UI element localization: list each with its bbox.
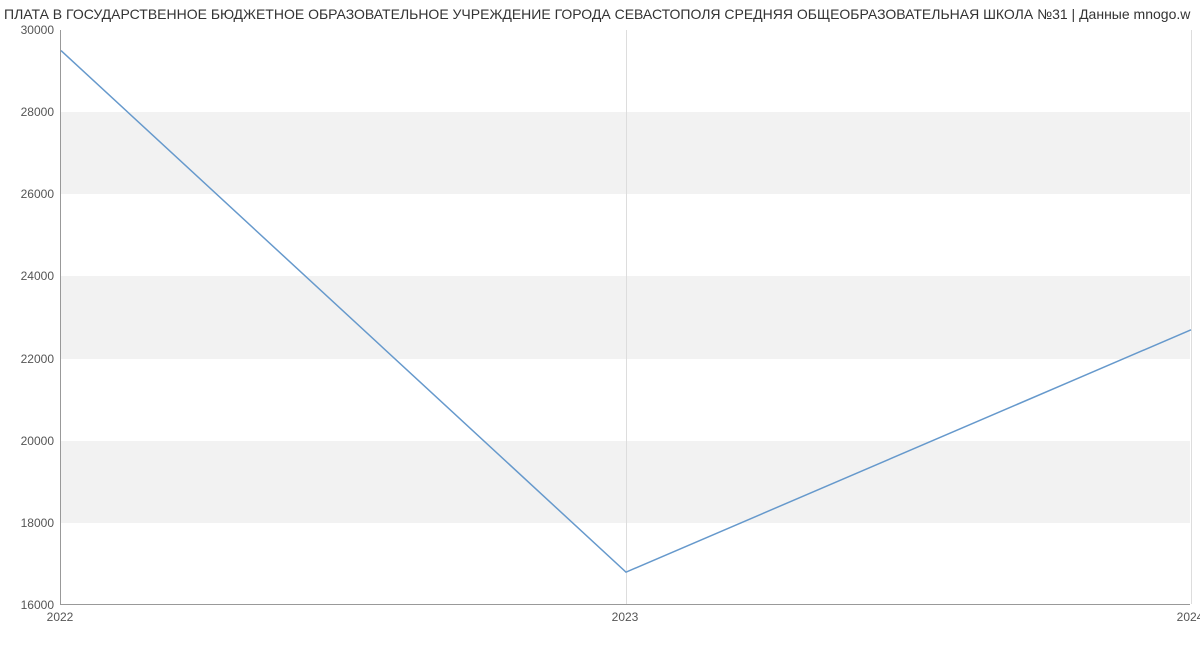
x-tick-label: 2023	[612, 610, 639, 624]
series-line	[61, 51, 1191, 573]
y-tick-label: 26000	[21, 187, 54, 201]
y-tick-label: 24000	[21, 269, 54, 283]
chart-title: ПЛАТА В ГОСУДАРСТВЕННОЕ БЮДЖЕТНОЕ ОБРАЗО…	[0, 6, 1200, 22]
x-tick-label: 2022	[47, 610, 74, 624]
y-tick-label: 22000	[21, 352, 54, 366]
plot-area	[60, 30, 1190, 605]
y-tick-label: 30000	[21, 23, 54, 37]
y-tick-label: 28000	[21, 105, 54, 119]
y-tick-label: 18000	[21, 516, 54, 530]
grid-vline	[1191, 30, 1192, 604]
y-tick-label: 20000	[21, 434, 54, 448]
line-layer	[61, 30, 1190, 604]
x-tick-label: 2024	[1177, 610, 1200, 624]
chart-container: ПЛАТА В ГОСУДАРСТВЕННОЕ БЮДЖЕТНОЕ ОБРАЗО…	[0, 0, 1200, 650]
